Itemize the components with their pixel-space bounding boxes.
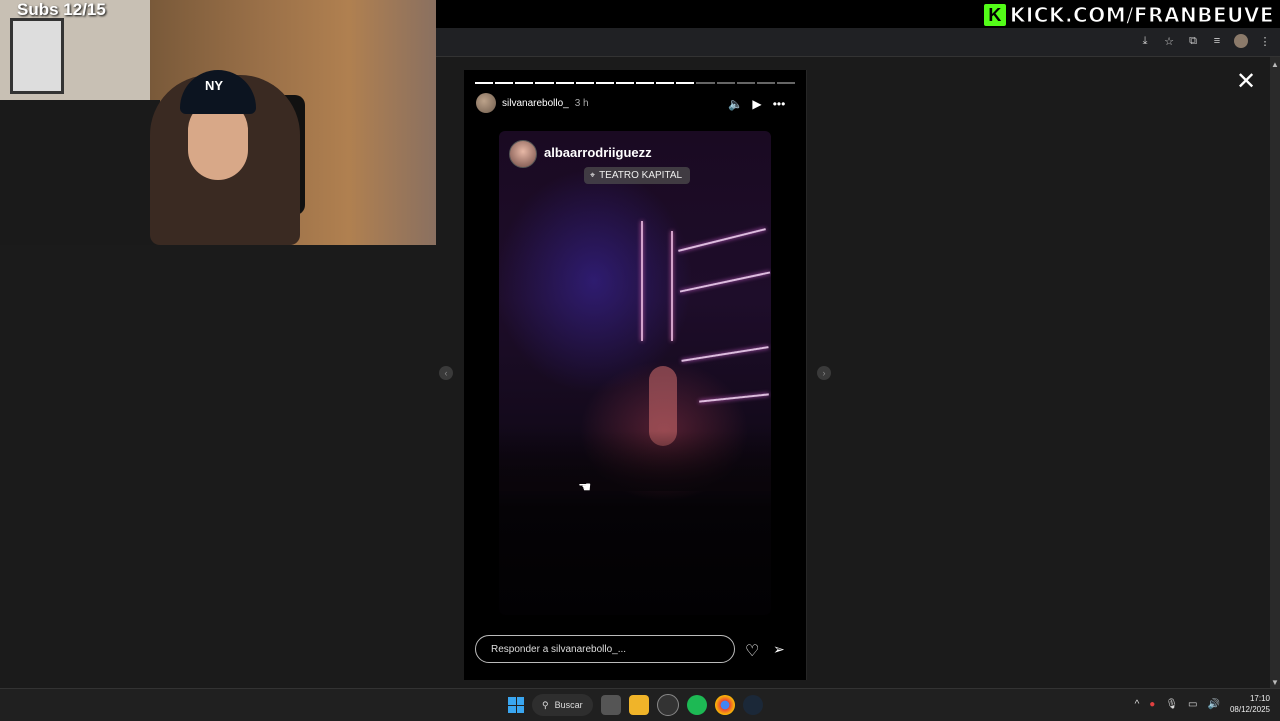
reply-field[interactable]: [475, 635, 735, 663]
clock-date: 08/12/2025: [1229, 705, 1270, 714]
profile-avatar[interactable]: [1234, 34, 1248, 48]
extensions-icon[interactable]: ⧉: [1186, 34, 1200, 48]
webcam-picture-frame: [10, 18, 64, 94]
clock-time: 17:10: [1249, 694, 1270, 703]
kick-url-text: KICK.COM/FRANBEUVE: [1009, 3, 1274, 28]
bookmark-star-icon[interactable]: ☆: [1162, 34, 1176, 48]
taskbar-search[interactable]: ⚲ Buscar: [532, 694, 593, 716]
stage-light: [681, 346, 769, 362]
share-send-icon[interactable]: ➢: [773, 641, 785, 658]
browser-menu-icon[interactable]: ⋮: [1258, 34, 1272, 48]
windows-start-icon[interactable]: [508, 697, 524, 713]
media-control-icon[interactable]: ≡: [1210, 34, 1224, 48]
taskbar-search-label: Buscar: [554, 700, 583, 710]
scrollbar[interactable]: [1270, 57, 1280, 688]
story-time-ago: 3 h: [574, 97, 589, 109]
progress-segment: [656, 82, 675, 84]
crowd-silhouette: [499, 431, 771, 491]
install-app-icon[interactable]: ⤓: [1138, 34, 1152, 48]
stage-light: [641, 221, 643, 341]
cap-logo: NY: [205, 78, 224, 93]
microphone-icon[interactable]: 🎙: [1165, 699, 1178, 710]
subs-goal-text: Subs 12/15: [17, 0, 106, 19]
progress-segment: [595, 82, 614, 84]
file-explorer-icon[interactable]: [628, 695, 649, 715]
progress-segment: [615, 82, 634, 84]
close-story-button[interactable]: ✕: [1236, 70, 1256, 94]
app-icon[interactable]: [656, 694, 679, 716]
stage-light: [699, 393, 769, 403]
task-view-icon[interactable]: [600, 695, 621, 715]
more-options-icon[interactable]: •••: [772, 97, 786, 111]
story-controls: 🔈 ▶ •••: [728, 97, 786, 111]
tray-overflow-icon[interactable]: ^: [1135, 699, 1140, 710]
stage-light: [671, 231, 673, 341]
play-icon[interactable]: ▶: [750, 97, 764, 111]
progress-segment: [535, 82, 554, 84]
search-icon: ⚲: [542, 699, 549, 710]
progress-segment: [676, 82, 695, 84]
like-heart-icon[interactable]: ♡: [745, 641, 759, 661]
tray-app-icon[interactable]: ●: [1149, 699, 1155, 710]
kick-banner: K KICK.COM/FRANBEUVE: [983, 2, 1278, 28]
tagged-user-avatar[interactable]: [509, 140, 537, 168]
webcam-couch: [0, 100, 160, 245]
progress-segment: [716, 82, 735, 84]
story-media[interactable]: [499, 131, 771, 615]
kick-logo: K: [983, 4, 1006, 26]
speaker-icon[interactable]: 🔊: [1208, 699, 1220, 710]
scroll-down-arrow-icon[interactable]: ▼: [1271, 678, 1279, 687]
story-progress-bar: [475, 82, 795, 85]
progress-segment: [555, 82, 574, 84]
chrome-icon[interactable]: [714, 695, 735, 715]
progress-segment: [495, 82, 514, 84]
progress-segment: [636, 82, 655, 84]
location-sticker[interactable]: ⌖ TEATRO KAPITAL: [584, 167, 691, 184]
author-username[interactable]: silvanarebollo_: [502, 98, 569, 109]
location-pin-icon: ⌖: [590, 170, 596, 180]
spotify-icon[interactable]: [686, 695, 707, 715]
system-clock[interactable]: 17:10 08/12/2025: [1230, 693, 1270, 715]
steam-icon[interactable]: [742, 695, 763, 715]
progress-segment: [475, 82, 494, 84]
scroll-up-arrow-icon[interactable]: ▲: [1271, 60, 1279, 69]
progress-segment: [515, 82, 534, 84]
stage-light: [679, 271, 771, 293]
windows-taskbar: ⚲ Buscar ^ ● 🎙 ▭ 🔊 17:10 08/12/2025: [0, 688, 1280, 721]
previous-story-button[interactable]: ‹: [439, 366, 453, 380]
progress-segment: [736, 82, 755, 84]
location-name: TEATRO KAPITAL: [599, 170, 683, 181]
volume-icon[interactable]: 🔈: [728, 97, 743, 111]
progress-segment: [776, 82, 795, 84]
tagged-username[interactable]: albaarrodriiguezz: [544, 145, 652, 160]
story-header: silvanarebollo_ 3 h: [476, 93, 589, 113]
next-story-button[interactable]: ›: [817, 366, 831, 380]
progress-segment: [756, 82, 775, 84]
progress-segment: [575, 82, 594, 84]
author-avatar[interactable]: [476, 93, 496, 113]
browser-toolbar: ⤓ ☆ ⧉ ≡ ⋮: [436, 28, 1280, 57]
stage-light: [678, 228, 766, 252]
hand-cursor-icon: ☚: [578, 479, 592, 496]
progress-segment: [696, 82, 715, 84]
webcam-feed: NY Subs 12/15: [0, 0, 436, 245]
reply-input[interactable]: [489, 642, 713, 656]
network-icon[interactable]: ▭: [1188, 699, 1197, 710]
